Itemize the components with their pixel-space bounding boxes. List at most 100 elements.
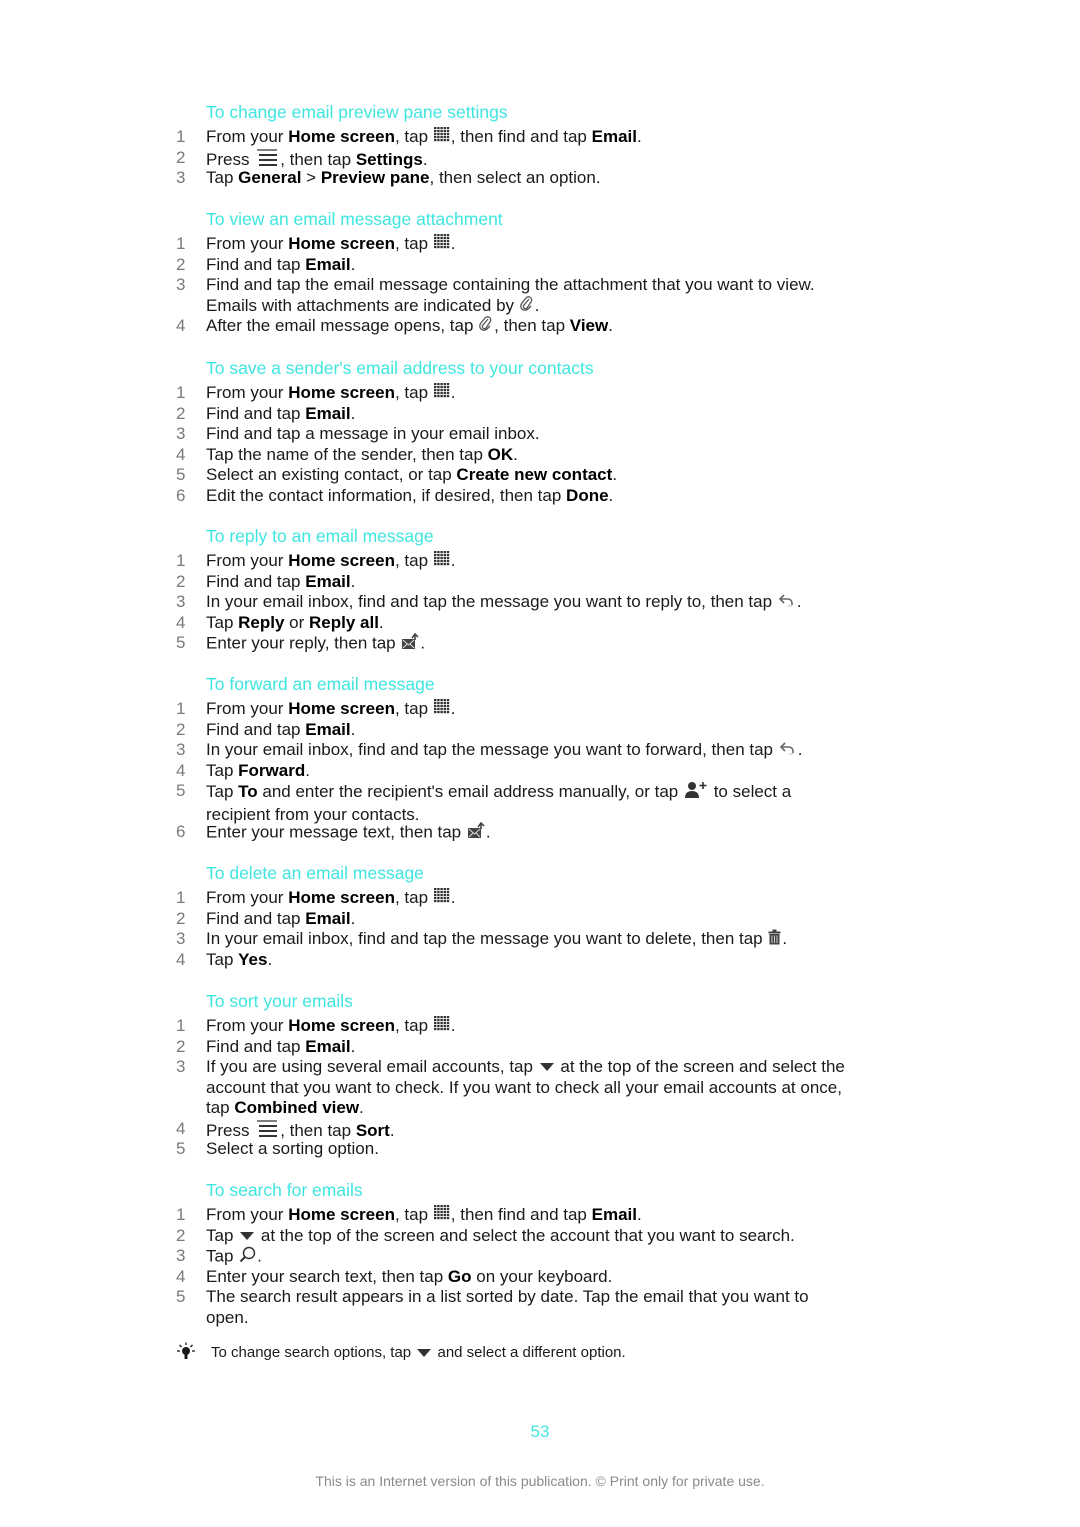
step-number: 3 [176,1246,186,1265]
tip-text: To change search options, tap and select… [211,1344,626,1362]
step-number: 1 [176,1016,186,1035]
ui-term: Home screen [288,1016,395,1035]
step-item: 2 Find and tap Email. [0,1037,1080,1058]
step-text: If you are using several email accounts,… [206,1057,845,1118]
apps-grid-icon [433,127,450,148]
step-list: 1 From your Home screen, tap , then find … [0,1205,1080,1328]
ui-term: Reply [238,612,285,632]
step-text: Find and tap Email. [206,908,356,928]
ui-term: Forward [238,760,306,780]
step-number: 2 [176,908,186,928]
step-text: Find and tap a message in your email inb… [206,424,540,443]
step-number: 2 [176,1036,186,1056]
step-text: From your Home screen, tap , then find a… [206,1205,642,1224]
ui-term: Home screen [288,551,395,570]
step-number: 1 [176,888,186,907]
step-text: Find and tap Email. [206,571,356,591]
step-number: 1 [176,551,186,570]
ui-term: Email [305,1036,351,1056]
step-text: Enter your message text, then tap . [206,821,846,845]
section-heading: To forward an email message [206,674,435,694]
step-number: 1 [176,127,186,146]
step-list: 1 From your Home screen, tap . 2 Find and t… [0,234,1080,337]
step-number: 3 [176,740,186,759]
step-item: 2 Find and tap Email. [0,909,1080,930]
send-mail-icon [467,821,485,845]
step-item: 1 From your Home screen, tap . [0,234,1080,255]
step-item: 5 Enter your reply, then tap . [0,632,1080,656]
ui-term: Email [305,908,351,928]
dropdown-triangle-icon [416,1345,432,1362]
step-item: 6 Edit the contact information, if desire… [0,486,1080,507]
trash-icon [768,929,781,951]
step-number: 1 [176,699,186,718]
step-text: From your Home screen, tap . [206,551,456,570]
ui-term: Go [447,1266,472,1286]
step-number: 3 [176,1057,186,1076]
step-number: 6 [176,485,186,505]
search-icon [239,1246,256,1269]
step-item: 1 From your Home screen, tap . [0,551,1080,572]
ui-term: Done [566,485,609,505]
step-number: 3 [176,275,186,294]
section-heading: To reply to an email message [206,526,434,546]
step-item: 4 Tap the name of the sender, then tap OK… [0,445,1080,466]
step-text: Tap Reply or Reply all. [206,612,384,632]
dropdown-triangle-icon [539,1057,555,1078]
section-heading: To change email preview pane settings [206,102,508,122]
step-item: 4 Tap Reply or Reply all. [0,613,1080,634]
step-list: 1 From your Home screen, tap . 2 Find and t… [0,383,1080,506]
step-text: Tap Forward. [206,760,310,780]
apps-grid-icon [433,699,450,720]
step-number: 4 [176,760,186,780]
step-list: 1 From your Home screen, tap . 2 Find and t… [0,1016,1080,1160]
step-text: Find and tap Email. [206,719,356,739]
step-number: 5 [176,465,186,484]
step-text: In your email inbox, find and tap the me… [206,929,846,951]
send-mail-icon [401,632,419,656]
step-text: From your Home screen, tap . [206,383,456,404]
step-number: 4 [176,316,186,335]
step-item: 1 From your Home screen, tap . [0,699,1080,720]
step-number: 5 [176,781,186,800]
step-number: 2 [176,403,186,423]
step-text: From your Home screen, tap . [206,888,456,909]
ui-term: Home screen [288,699,395,718]
step-item: 3 In your email inbox, find and tap the m… [0,929,1080,950]
step-text: Tap . [206,1246,846,1269]
ui-term: Email [305,571,351,591]
step-text: Enter your search text, then tap Go on y… [206,1266,613,1286]
step-number: 3 [176,592,186,611]
step-number: 1 [176,1205,186,1224]
step-number: 2 [176,254,186,274]
step-number: 2 [176,571,186,591]
step-item: 4 Enter your search text, then tap Go on … [0,1267,1080,1288]
ui-term: OK [487,444,514,464]
ui-term: Home screen [288,888,395,907]
step-item: 3 Tap . [0,1246,1080,1267]
step-number: 4 [176,949,186,969]
ui-term: General [238,168,302,187]
step-list: 1 From your Home screen, tap , then find … [0,127,1080,189]
ui-term: Home screen [288,383,395,402]
step-item: 1 From your Home screen, tap . [0,888,1080,909]
dropdown-triangle-icon [239,1226,255,1247]
apps-grid-icon [433,383,450,404]
step-item: 4 After the email message opens, tap , th… [0,316,1080,337]
paperclip-icon [479,316,493,337]
step-item: 2 Press , then tap Settings. [0,148,1080,169]
ui-term: View [569,316,609,335]
step-number: 2 [176,147,186,167]
step-text: Find and tap Email. [206,1036,356,1056]
ui-term: Combined view [234,1098,360,1118]
reply-icon [778,592,796,613]
ui-term: Email [305,403,351,423]
section-heading: To search for emails [206,1180,363,1200]
step-number: 5 [176,633,186,652]
step-text: The search result appears in a list sort… [206,1287,809,1327]
step-item: 5 Select a sorting option. [0,1139,1080,1160]
step-item: 4 Tap Yes. [0,950,1080,971]
apps-grid-icon [433,888,450,909]
step-number: 3 [176,168,186,187]
ui-term: To [238,782,258,802]
